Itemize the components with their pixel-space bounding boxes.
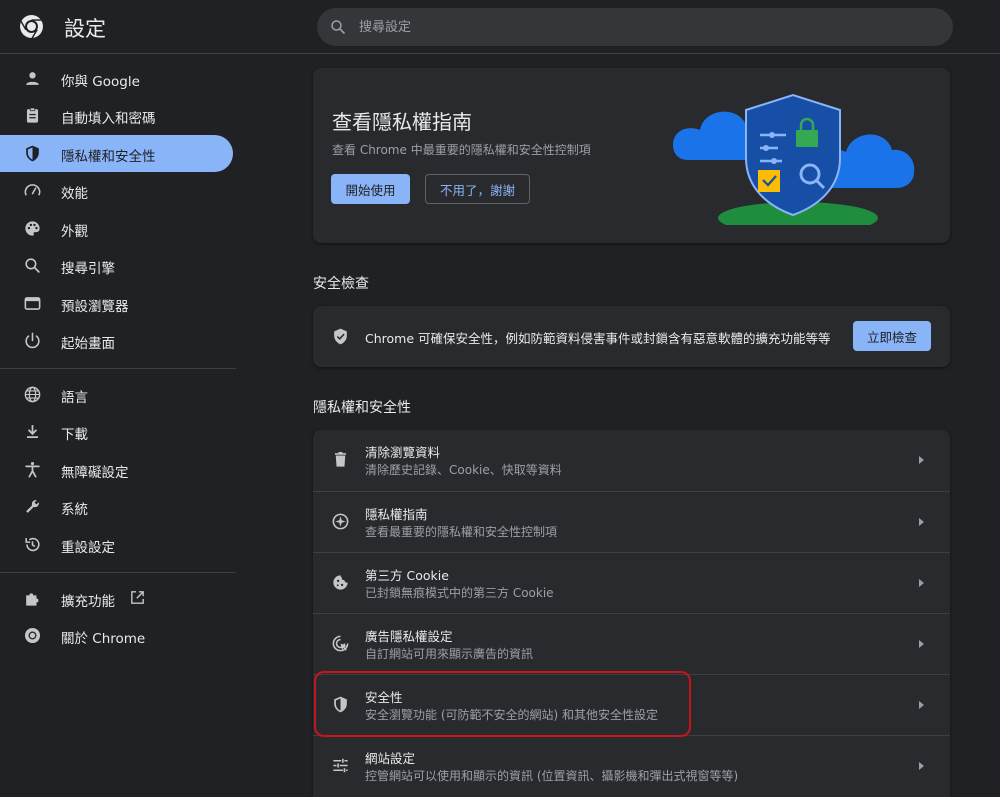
sidebar-item-about-chrome[interactable]: 關於 Chrome xyxy=(0,617,233,654)
sidebar-item-label: 無障礙設定 xyxy=(61,465,129,481)
power-icon xyxy=(25,332,40,349)
sidebar-item-label: 系統 xyxy=(61,502,88,518)
security-highlight-annotation xyxy=(314,671,691,737)
safety-check-card: Chrome 可確保安全性，例如防範資料侵害事件或封鎖含有惡意軟體的擴充功能等等… xyxy=(313,306,950,367)
shield-icon xyxy=(26,145,39,162)
person-icon xyxy=(26,72,39,85)
chevron-right-icon xyxy=(919,640,924,648)
download-icon xyxy=(26,425,39,438)
sidebar: 你與 Google 自動填入和密碼 隱私權和安全性 效能 外觀 搜尋引擎 預設瀏… xyxy=(0,55,240,797)
speedometer-icon xyxy=(24,184,41,196)
accessibility-icon xyxy=(25,461,40,478)
sidebar-item-label: 語言 xyxy=(61,390,88,406)
compass-icon xyxy=(332,513,349,530)
chrome-logo-icon xyxy=(20,15,43,39)
sidebar-item-label: 效能 xyxy=(61,186,88,202)
safety-check-text: Chrome 可確保安全性，例如防範資料侵害事件或封鎖含有惡意軟體的擴充功能等等 xyxy=(365,331,831,346)
promo-title: 查看隱私權指南 xyxy=(332,110,472,134)
history-icon xyxy=(25,537,40,552)
clipboard-icon xyxy=(26,107,39,123)
row-title: 清除瀏覽資料 xyxy=(365,445,441,460)
sidebar-item-default-browser[interactable]: 預設瀏覽器 xyxy=(0,285,233,322)
sidebar-item-label: 預設瀏覽器 xyxy=(61,299,129,315)
promo-description: 查看 Chrome 中最重要的隱私權和安全性控制項 xyxy=(332,143,591,157)
search-icon xyxy=(25,258,40,273)
sidebar-item-label: 隱私權和安全性 xyxy=(61,149,156,165)
sidebar-item-system[interactable]: 系統 xyxy=(0,488,233,525)
row-title: 網站設定 xyxy=(365,751,416,766)
chevron-right-icon xyxy=(919,579,924,587)
row-title: 廣告隱私權設定 xyxy=(365,629,453,644)
sidebar-item-label: 下載 xyxy=(61,427,88,443)
page-title: 設定 xyxy=(64,17,106,41)
globe-icon xyxy=(24,386,41,403)
row-privacy-guide[interactable]: 隱私權指南 查看最重要的隱私權和安全性控制項 xyxy=(313,491,950,552)
check-now-button[interactable]: 立即檢查 xyxy=(853,321,931,351)
tune-icon xyxy=(333,758,348,773)
privacy-security-heading: 隱私權和安全性 xyxy=(313,400,411,416)
chrome-icon xyxy=(24,627,41,644)
chevron-right-icon xyxy=(919,456,924,464)
sidebar-item-appearance[interactable]: 外觀 xyxy=(0,210,233,247)
sidebar-item-extensions[interactable]: 擴充功能 xyxy=(0,580,233,617)
privacy-shield-illustration-icon xyxy=(673,93,915,225)
sidebar-item-label: 搜尋引擎 xyxy=(61,261,115,277)
start-button[interactable]: 開始使用 xyxy=(331,174,410,204)
puzzle-icon xyxy=(26,593,39,606)
ad-privacy-icon xyxy=(332,635,349,652)
no-thanks-button[interactable]: 不用了，謝謝 xyxy=(425,174,530,204)
sidebar-item-label: 重設設定 xyxy=(61,540,115,556)
sidebar-item-reset[interactable]: 重設設定 xyxy=(0,526,233,563)
palette-icon xyxy=(25,221,40,236)
sidebar-item-you-and-google[interactable]: 你與 Google xyxy=(0,60,233,97)
sidebar-item-label: 擴充功能 xyxy=(61,594,115,610)
browser-icon xyxy=(24,297,41,310)
sidebar-item-performance[interactable]: 效能 xyxy=(0,172,233,209)
row-third-party-cookies[interactable]: 第三方 Cookie 已封鎖無痕模式中的第三方 Cookie xyxy=(313,552,950,613)
sidebar-item-privacy[interactable]: 隱私權和安全性 xyxy=(0,135,233,172)
sidebar-item-label: 你與 Google xyxy=(61,74,140,90)
row-ad-privacy[interactable]: 廣告隱私權設定 自訂網站可用來顯示廣告的資訊 xyxy=(313,613,950,674)
chevron-right-icon xyxy=(919,762,924,770)
sidebar-item-search-engine[interactable]: 搜尋引擎 xyxy=(0,247,233,284)
shield-check-icon xyxy=(334,328,347,345)
search-icon xyxy=(331,20,345,34)
sidebar-item-languages[interactable]: 語言 xyxy=(0,376,233,413)
sidebar-divider xyxy=(0,368,236,369)
row-subtitle: 自訂網站可用來顯示廣告的資訊 xyxy=(365,647,534,661)
chevron-right-icon xyxy=(919,701,924,709)
trash-icon xyxy=(334,451,347,467)
privacy-security-card: 清除瀏覽資料 清除歷史記錄、Cookie、快取等資料 隱私權指南 查看最重要的隱… xyxy=(313,430,950,797)
sidebar-item-downloads[interactable]: 下載 xyxy=(0,413,233,450)
sidebar-item-label: 外觀 xyxy=(61,224,88,240)
wrench-icon xyxy=(26,500,39,513)
sidebar-item-autofill[interactable]: 自動填入和密碼 xyxy=(0,97,233,134)
row-subtitle: 控管網站可以使用和顯示的資訊 (位置資訊、攝影機和彈出式視窗等等) xyxy=(365,769,739,783)
search-input[interactable] xyxy=(359,8,939,46)
row-site-settings[interactable]: 網站設定 控管網站可以使用和顯示的資訊 (位置資訊、攝影機和彈出式視窗等等) xyxy=(313,735,950,796)
sidebar-item-startup[interactable]: 起始畫面 xyxy=(0,322,233,359)
row-title: 第三方 Cookie xyxy=(365,568,449,583)
row-subtitle: 查看最重要的隱私權和安全性控制項 xyxy=(365,525,558,539)
row-clear-browsing-data[interactable]: 清除瀏覽資料 清除歷史記錄、Cookie、快取等資料 xyxy=(313,430,950,491)
row-subtitle: 已封鎖無痕模式中的第三方 Cookie xyxy=(365,586,554,600)
sidebar-item-accessibility[interactable]: 無障礙設定 xyxy=(0,451,233,488)
privacy-guide-promo-card: 查看隱私權指南 查看 Chrome 中最重要的隱私權和安全性控制項 開始使用 不… xyxy=(313,68,950,243)
sidebar-item-label: 自動填入和密碼 xyxy=(61,111,156,127)
search-bar[interactable] xyxy=(317,8,953,46)
cookie-icon xyxy=(333,575,348,590)
row-title: 隱私權指南 xyxy=(365,507,428,522)
safety-check-heading: 安全檢查 xyxy=(313,276,369,292)
sidebar-divider xyxy=(0,572,236,573)
header: 設定 xyxy=(0,0,1000,54)
sidebar-item-label: 起始畫面 xyxy=(61,336,115,352)
sidebar-item-label: 關於 Chrome xyxy=(61,631,146,647)
chevron-right-icon xyxy=(919,518,924,526)
open-in-new-icon[interactable] xyxy=(129,589,146,606)
row-subtitle: 清除歷史記錄、Cookie、快取等資料 xyxy=(365,463,562,477)
